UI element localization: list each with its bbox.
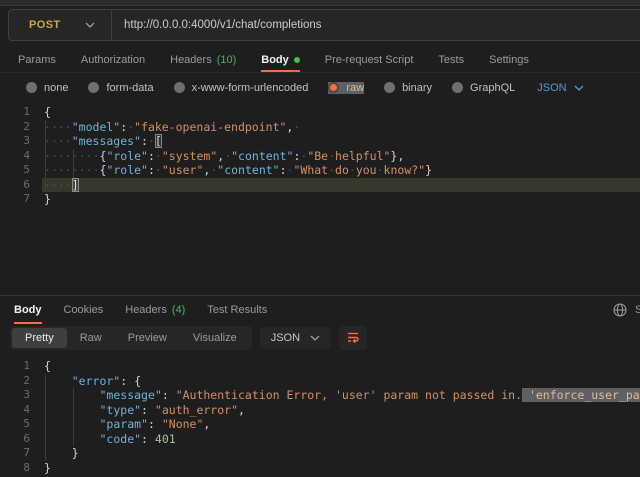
code-line[interactable]: 7} bbox=[0, 192, 640, 207]
view-pretty[interactable]: Pretty bbox=[12, 328, 67, 348]
request-url-row: POST http://0.0.0.0:4000/v1/chat/complet… bbox=[0, 6, 640, 47]
response-headers-count: (4) bbox=[172, 304, 185, 316]
response-tab-cookies[interactable]: Cookies bbox=[64, 296, 104, 324]
radio-raw[interactable]: raw bbox=[328, 82, 364, 94]
url-input[interactable]: http://0.0.0.0:4000/v1/chat/completions bbox=[112, 19, 322, 31]
view-switcher: Pretty Raw Preview Visualize bbox=[10, 326, 252, 350]
code-line[interactable]: 2 "error": { bbox=[0, 374, 640, 389]
radio-icon bbox=[452, 82, 463, 93]
method-label: POST bbox=[29, 19, 61, 31]
method-selector[interactable]: POST bbox=[9, 19, 111, 31]
body-modified-dot-icon bbox=[294, 57, 300, 63]
radio-icon bbox=[174, 82, 185, 93]
wrap-line-button[interactable] bbox=[339, 326, 367, 350]
chevron-down-icon bbox=[310, 335, 320, 341]
code-line[interactable]: 3····"messages":·[ bbox=[0, 134, 640, 149]
code-line[interactable]: 2····"model":·"fake-openai-endpoint",· bbox=[0, 120, 640, 135]
code-line[interactable]: 5 "param": "None", bbox=[0, 417, 640, 432]
tab-authorization[interactable]: Authorization bbox=[81, 47, 145, 72]
chevron-down-icon bbox=[85, 22, 95, 28]
response-toolbar: Pretty Raw Preview Visualize JSON bbox=[0, 324, 640, 356]
radio-binary[interactable]: binary bbox=[384, 82, 432, 94]
code-line[interactable]: 1{ bbox=[0, 359, 640, 374]
radio-icon bbox=[384, 82, 395, 93]
radio-icon bbox=[88, 82, 99, 93]
globe-icon bbox=[613, 303, 627, 320]
tab-pre-request-script[interactable]: Pre-request Script bbox=[325, 47, 414, 72]
radio-icon bbox=[26, 82, 37, 93]
raw-language-dropdown[interactable]: JSON bbox=[537, 82, 583, 94]
body-type-row: none form-data x-www-form-urlencoded raw… bbox=[0, 73, 640, 102]
tab-params[interactable]: Params bbox=[18, 47, 56, 72]
code-line[interactable]: 6····] bbox=[0, 178, 640, 193]
code-line[interactable]: 4 "type": "auth_error", bbox=[0, 403, 640, 418]
code-line[interactable]: 8} bbox=[0, 461, 640, 476]
view-preview[interactable]: Preview bbox=[115, 328, 180, 348]
radio-selected-icon bbox=[328, 82, 339, 93]
headers-count: (10) bbox=[217, 54, 237, 66]
code-line[interactable]: 1{ bbox=[0, 105, 640, 120]
status-text-fragment: S bbox=[635, 304, 640, 316]
request-tabs: Params Authorization Headers(10) Body Pr… bbox=[0, 47, 640, 73]
postman-window: { "colors": { "accent_orange": "#ff6c37"… bbox=[0, 0, 640, 477]
view-raw[interactable]: Raw bbox=[67, 328, 115, 348]
tab-body[interactable]: Body bbox=[261, 47, 300, 72]
code-line[interactable]: 6 "code": 401 bbox=[0, 432, 640, 447]
response-tab-body[interactable]: Body bbox=[14, 296, 42, 324]
code-line[interactable]: 7 } bbox=[0, 446, 640, 461]
wrap-line-icon bbox=[345, 329, 361, 348]
chevron-down-icon bbox=[574, 85, 584, 91]
radio-graphql[interactable]: GraphQL bbox=[452, 82, 515, 94]
response-language-dropdown[interactable]: JSON bbox=[260, 327, 331, 349]
request-url-bar: POST http://0.0.0.0:4000/v1/chat/complet… bbox=[8, 9, 640, 41]
code-line[interactable]: 4········{"role":·"system",·"content":·"… bbox=[0, 149, 640, 164]
response-body-viewer[interactable]: 1{2 "error": {3 "message": "Authenticati… bbox=[0, 356, 640, 475]
response-tab-test-results[interactable]: Test Results bbox=[207, 296, 267, 324]
response-tab-headers[interactable]: Headers(4) bbox=[125, 296, 185, 324]
radio-form-data[interactable]: form-data bbox=[88, 82, 153, 94]
request-body-editor[interactable]: 1{2····"model":·"fake-openai-endpoint",·… bbox=[0, 102, 640, 295]
view-visualize[interactable]: Visualize bbox=[180, 328, 250, 348]
code-line[interactable]: 5········{"role":·"user",·"content":·"Wh… bbox=[0, 163, 640, 178]
tab-settings[interactable]: Settings bbox=[489, 47, 529, 72]
tab-headers[interactable]: Headers(10) bbox=[170, 47, 236, 72]
response-tabs: Body Cookies Headers(4) Test Results S bbox=[0, 295, 640, 324]
tab-tests[interactable]: Tests bbox=[438, 47, 464, 72]
radio-none[interactable]: none bbox=[26, 82, 68, 94]
radio-x-www-form-urlencoded[interactable]: x-www-form-urlencoded bbox=[174, 82, 309, 94]
code-line[interactable]: 3 "message": "Authentication Error, 'use… bbox=[0, 388, 640, 403]
